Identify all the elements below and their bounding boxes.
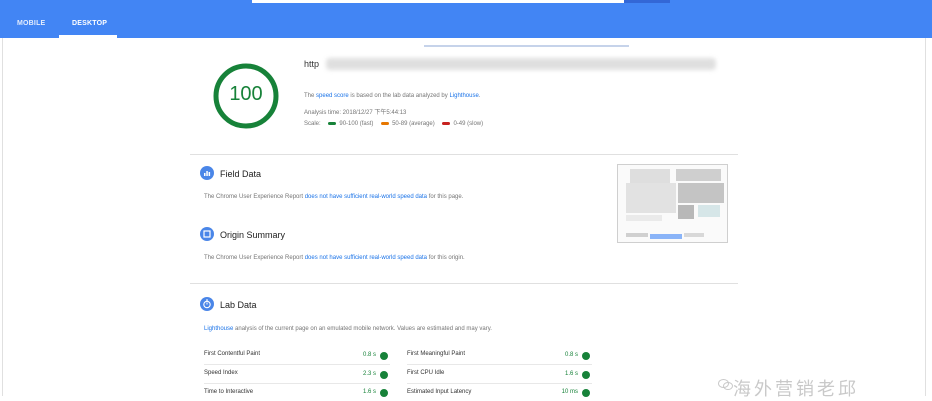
speed-score-note: The speed score is based on the lab data… <box>304 93 481 99</box>
analyze-button[interactable] <box>624 0 670 3</box>
origin-summary-title: Origin Summary <box>220 230 286 240</box>
metric-separator <box>407 383 592 384</box>
metric-value: 0.8 s <box>362 352 376 358</box>
check-icon <box>380 371 388 379</box>
analysis-time: Analysis time: 2018/12/27 下午5:44:13 <box>304 110 407 116</box>
field-data-link[interactable]: does not have sufficient real-world spee… <box>305 194 427 200</box>
origin-summary-link[interactable]: does not have sufficient real-world spee… <box>305 255 427 261</box>
redacted-url <box>326 58 716 70</box>
wechat-icon <box>718 379 733 390</box>
average-dot-icon <box>381 121 390 125</box>
lab-data-title: Lab Data <box>220 300 257 310</box>
check-icon <box>582 352 590 360</box>
speed-score-link[interactable]: speed score <box>316 93 349 99</box>
metric-separator <box>407 364 592 365</box>
metric-label: Estimated Input Latency <box>407 389 472 395</box>
scale-legend: Scale: 90-100 (fast) 50-89 (average) 0-4… <box>304 121 484 127</box>
origin-summary-icon <box>200 227 214 241</box>
metric-separator <box>204 383 390 384</box>
section-divider <box>190 154 738 155</box>
check-icon <box>380 352 388 360</box>
lab-data-lighthouse-link[interactable]: Lighthouse <box>204 326 233 332</box>
check-icon <box>582 371 590 379</box>
field-data-note: The Chrome User Experience Report does n… <box>204 194 464 200</box>
left-border <box>2 38 3 396</box>
metric-value: 1.6 s <box>362 389 376 395</box>
metric-label: First Meaningful Paint <box>407 351 466 357</box>
metric-label: Time to Interactive <box>204 389 254 395</box>
active-tab-indicator <box>59 35 117 38</box>
page-screenshot-thumbnail <box>617 164 728 243</box>
watermark-text: 海外营销老邱 <box>733 379 859 399</box>
metric-value: 1.6 s <box>564 371 578 377</box>
origin-summary-note: The Chrome User Experience Report does n… <box>204 255 465 261</box>
metric-label: First Contentful Paint <box>204 351 261 357</box>
field-data-icon <box>200 166 214 180</box>
slow-dot-icon <box>442 121 451 125</box>
analyzed-url: http <box>304 59 320 69</box>
fast-dot-icon <box>328 121 337 125</box>
metric-separator <box>204 364 390 365</box>
url-underline <box>424 45 629 47</box>
field-data-title: Field Data <box>220 169 262 179</box>
url-input[interactable] <box>252 0 624 3</box>
tab-desktop[interactable]: DESKTOP <box>72 20 107 27</box>
lighthouse-link[interactable]: Lighthouse <box>449 93 478 99</box>
performance-score: 100 <box>229 83 263 105</box>
section-divider <box>190 283 738 284</box>
metric-label: Speed Index <box>204 370 238 376</box>
right-border <box>925 38 926 396</box>
metric-label: First CPU Idle <box>407 370 445 376</box>
metric-value: 10 ms <box>561 389 578 395</box>
lab-data-note: Lighthouse analysis of the current page … <box>204 326 492 332</box>
lab-data-icon <box>200 297 214 311</box>
metric-value: 0.8 s <box>564 352 578 358</box>
header-bar <box>0 0 932 38</box>
metric-value: 2.3 s <box>362 371 376 377</box>
tab-mobile[interactable]: MOBILE <box>17 20 45 27</box>
